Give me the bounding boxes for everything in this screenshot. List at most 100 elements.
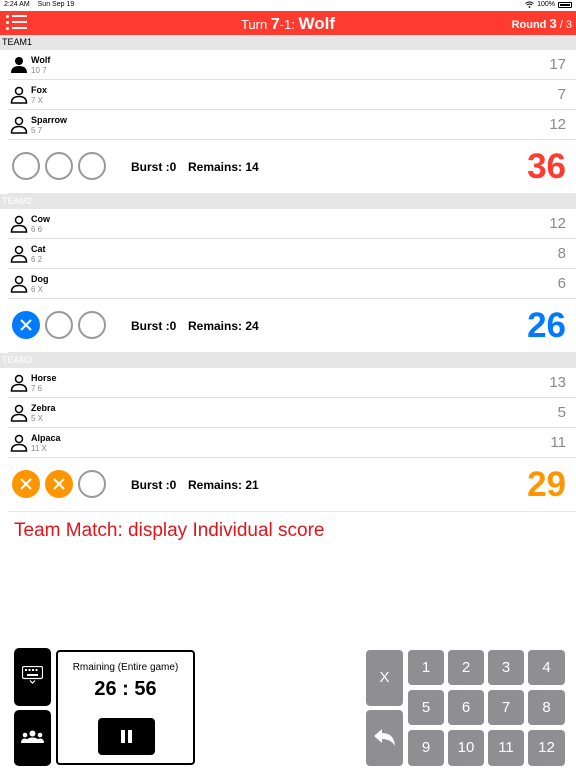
player-darts: 6 2: [31, 255, 43, 264]
battery-icon: [558, 1, 572, 8]
pause-button[interactable]: [98, 718, 155, 755]
player-score: 13: [549, 374, 566, 391]
current-player-name: Wolf: [298, 14, 336, 33]
person-outline-icon: [10, 275, 28, 293]
number-key[interactable]: 5: [408, 690, 444, 725]
undo-key[interactable]: [366, 710, 403, 766]
person-outline-icon: [10, 86, 28, 104]
player-name: Cat: [31, 244, 46, 254]
turn-prefix: Turn: [240, 17, 271, 32]
player-row[interactable]: Alpaca 11 X 11: [8, 428, 576, 458]
team-footer-2: Burst :0 Remains: 24 26: [8, 299, 576, 353]
player-darts: 5 7: [31, 126, 43, 135]
timer-panel: Rmaining (Entire game) 26 : 56: [56, 650, 195, 765]
player-name: Horse: [31, 373, 57, 383]
miss-indicator-empty: [78, 152, 106, 180]
miss-key[interactable]: X: [366, 650, 403, 706]
person-outline-icon: [10, 374, 28, 392]
miss-indicator-empty: [78, 470, 106, 498]
keyboard-button[interactable]: [14, 648, 51, 706]
miss-indicator-empty: [45, 152, 73, 180]
x-mark-icon: [20, 319, 32, 331]
player-darts: 6 X: [31, 285, 44, 294]
turn-suffix: -1:: [279, 17, 299, 32]
miss-indicator-x: [12, 311, 40, 339]
number-key[interactable]: 1: [408, 650, 444, 685]
player-row[interactable]: Wolf 10 7 17: [8, 50, 576, 80]
wifi-icon: [525, 1, 534, 8]
number-key[interactable]: 11: [488, 730, 524, 766]
player-score: 12: [549, 215, 566, 232]
team-header-1: TEAM1: [0, 35, 576, 50]
number-key[interactable]: 2: [448, 650, 484, 685]
player-row[interactable]: Cow 6 6 12: [8, 209, 576, 239]
person-outline-icon: [10, 434, 28, 452]
player-score: 12: [549, 116, 566, 133]
turn-number: 7: [270, 16, 280, 33]
team-total-score: 29: [527, 465, 566, 504]
player-row[interactable]: Sparrow 5 7 12: [8, 110, 576, 140]
battery-percent: 100%: [537, 1, 555, 8]
player-name: Zebra: [31, 403, 56, 413]
team-total-score: 36: [527, 147, 566, 186]
team-footer-3: Burst :0 Remains: 21 29: [8, 458, 576, 512]
timer-label: Rmaining (Entire game): [72, 662, 179, 673]
miss-indicator-empty: [78, 311, 106, 339]
player-score: 11: [550, 434, 566, 451]
number-key[interactable]: 8: [528, 690, 565, 725]
round-current: 3: [549, 16, 557, 31]
keyboard-icon: [22, 666, 43, 684]
number-key[interactable]: 10: [448, 730, 484, 766]
header-bar: Turn 7-1: Wolf Round 3 / 3: [0, 11, 576, 35]
notice-text: Team Match: display Individual score: [14, 520, 325, 541]
number-key[interactable]: 9: [408, 730, 444, 766]
remains-count: Remains: 21: [188, 478, 259, 492]
person-filled-icon: [11, 57, 27, 73]
number-key[interactable]: 6: [448, 690, 484, 725]
player-name: Wolf: [31, 55, 51, 65]
player-name: Sparrow: [31, 115, 68, 125]
pause-icon: [121, 730, 125, 743]
team-footer-1: Burst :0 Remains: 14 36: [8, 140, 576, 194]
player-name: Alpaca: [31, 433, 61, 443]
number-key[interactable]: 4: [528, 650, 565, 685]
player-score: 17: [549, 56, 566, 73]
player-score: 6: [557, 275, 566, 292]
status-time: 2:24 AM: [4, 1, 30, 8]
player-darts: 7 X: [31, 96, 44, 105]
miss-indicator-empty: [45, 311, 73, 339]
team-total-score: 26: [527, 306, 566, 345]
player-darts: 11 X: [31, 444, 47, 453]
status-date: Sun Sep 19: [37, 1, 75, 8]
number-key[interactable]: 12: [528, 730, 565, 766]
timer-value: 26 : 56: [94, 678, 157, 700]
player-darts: 6 6: [31, 225, 43, 234]
player-darts: 5 X: [31, 414, 44, 423]
x-mark-icon: [53, 478, 65, 490]
player-darts: 7 6: [31, 384, 43, 393]
player-name: Dog: [31, 274, 49, 284]
miss-indicator-empty: [12, 152, 40, 180]
team-header-2: TEAM2: [0, 194, 576, 209]
player-score: 8: [557, 245, 566, 262]
player-row[interactable]: Dog 6 X 6: [8, 269, 576, 299]
remains-count: Remains: 14: [188, 160, 259, 174]
player-row[interactable]: Fox 7 X 7: [8, 80, 576, 110]
person-outline-icon: [10, 116, 28, 134]
number-key[interactable]: 7: [488, 690, 524, 725]
status-bar: 2:24 AM Sun Sep 19 100%: [0, 0, 576, 11]
number-key[interactable]: 3: [488, 650, 524, 685]
player-row[interactable]: Horse 7 6 13: [8, 368, 576, 398]
player-row[interactable]: Zebra 5 X 5: [8, 398, 576, 428]
miss-indicator-x: [12, 470, 40, 498]
round-label: Round: [511, 19, 550, 31]
x-mark-icon: [20, 478, 32, 490]
player-name: Cow: [31, 214, 50, 224]
player-row[interactable]: Cat 6 2 8: [8, 239, 576, 269]
team-header-3: TEAM3: [0, 353, 576, 368]
turn-title: Turn 7-1: Wolf: [0, 14, 576, 34]
round-indicator: Round 3 / 3: [512, 16, 572, 31]
team-button[interactable]: [14, 710, 51, 766]
player-darts: 10 7: [31, 66, 47, 75]
undo-arrow-icon: [374, 729, 395, 746]
